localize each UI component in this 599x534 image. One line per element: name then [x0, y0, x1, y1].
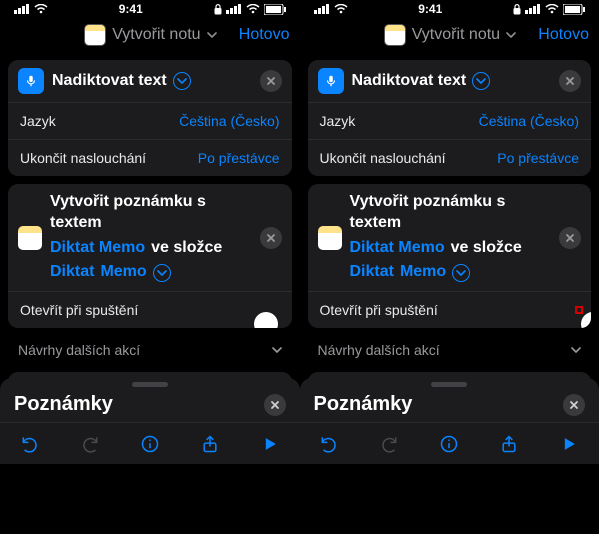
microphone-icon — [318, 68, 344, 94]
create-note-action-card: Vytvořit poznámku s textem Diktat Memo v… — [8, 184, 292, 328]
info-button[interactable] — [140, 434, 160, 454]
collapse-toggle[interactable] — [452, 264, 470, 282]
bottom-toolbar — [0, 422, 300, 464]
suggestions-header[interactable]: Návrhy dalších akcí — [8, 328, 292, 364]
redo-button[interactable] — [80, 434, 100, 454]
suggestions-header[interactable]: Návrhy dalších akcí — [308, 328, 592, 364]
bottom-toolbar — [300, 422, 599, 464]
open-on-run-row: Otevřít při spuštění — [8, 291, 292, 328]
notes-app-icon — [384, 24, 406, 46]
remove-action-button[interactable] — [559, 227, 581, 249]
folder-token-2[interactable]: Memo — [400, 262, 446, 283]
status-bar: 9:41 — [0, 0, 300, 18]
note-name-token[interactable]: Diktat Memo — [350, 238, 445, 259]
lock-icon — [513, 4, 521, 15]
status-bar: 9:41 — [300, 0, 599, 18]
dictate-action-card: Nadiktovat text Jazyk Čeština (Česko) Uk… — [8, 60, 292, 176]
dictate-action-card: Nadiktovat text Jazyk Čeština (Česko) Uk… — [308, 60, 592, 176]
notes-icon — [318, 226, 342, 250]
lock-icon — [214, 4, 222, 15]
microphone-icon — [18, 68, 44, 94]
folder-token-2[interactable]: Memo — [100, 262, 146, 283]
nav-bar: Vytvořit notu Hotovo — [300, 18, 599, 52]
note-name-token[interactable]: Diktat Memo — [50, 238, 145, 259]
open-on-run-row: Otevřít při spuštění — [308, 291, 592, 328]
screen-right: 9:41 Vytvořit notu Hotovo Nadiktovat tex… — [300, 0, 599, 534]
status-time: 9:41 — [119, 2, 143, 16]
sheet-title: Poznámky — [314, 393, 413, 416]
undo-button[interactable] — [319, 434, 339, 454]
play-button[interactable] — [559, 434, 579, 454]
done-button[interactable]: Hotovo — [538, 26, 589, 44]
remove-action-button[interactable] — [559, 70, 581, 92]
status-time: 9:41 — [418, 2, 442, 16]
stop-listening-row[interactable]: Ukončit naslouchání Po přestávce — [8, 139, 292, 176]
done-button[interactable]: Hotovo — [239, 26, 290, 44]
redo-button[interactable] — [379, 434, 399, 454]
create-note-action-card: Vytvořit poznámku s textem Diktat Memo v… — [308, 184, 592, 328]
screen-left: 9:41 Vytvořit notu Hotovo Nadiktovat tex… — [0, 0, 300, 534]
nav-title[interactable]: Vytvořit notu — [384, 24, 516, 46]
bottom-sheet[interactable]: Poznámky — [300, 378, 599, 464]
sheet-title: Poznámky — [14, 393, 113, 416]
sheet-close-button[interactable] — [264, 394, 286, 416]
folder-token[interactable]: Diktat — [50, 262, 94, 283]
language-row[interactable]: Jazyk Čeština (Česko) — [308, 102, 592, 139]
nav-title[interactable]: Vytvořit notu — [84, 24, 216, 46]
remove-action-button[interactable] — [260, 70, 282, 92]
collapse-toggle[interactable] — [472, 72, 490, 90]
share-button[interactable] — [200, 434, 220, 454]
sheet-drag-handle[interactable] — [431, 382, 467, 387]
share-button[interactable] — [499, 434, 519, 454]
undo-button[interactable] — [20, 434, 40, 454]
stop-listening-row[interactable]: Ukončit naslouchání Po přestávce — [308, 139, 592, 176]
chevron-down-icon — [506, 30, 516, 40]
notes-app-icon — [84, 24, 106, 46]
chevron-down-icon — [571, 342, 581, 358]
sheet-close-button[interactable] — [563, 394, 585, 416]
notes-icon — [18, 226, 42, 250]
info-button[interactable] — [439, 434, 459, 454]
nav-bar: Vytvořit notu Hotovo — [0, 18, 300, 52]
language-row[interactable]: Jazyk Čeština (Česko) — [8, 102, 292, 139]
collapse-toggle[interactable] — [173, 72, 191, 90]
play-button[interactable] — [260, 434, 280, 454]
sheet-drag-handle[interactable] — [132, 382, 168, 387]
folder-token[interactable]: Diktat — [350, 262, 394, 283]
remove-action-button[interactable] — [260, 227, 282, 249]
chevron-down-icon — [272, 342, 282, 358]
chevron-down-icon — [207, 30, 217, 40]
collapse-toggle[interactable] — [153, 264, 171, 282]
bottom-sheet[interactable]: Poznámky — [0, 378, 300, 464]
